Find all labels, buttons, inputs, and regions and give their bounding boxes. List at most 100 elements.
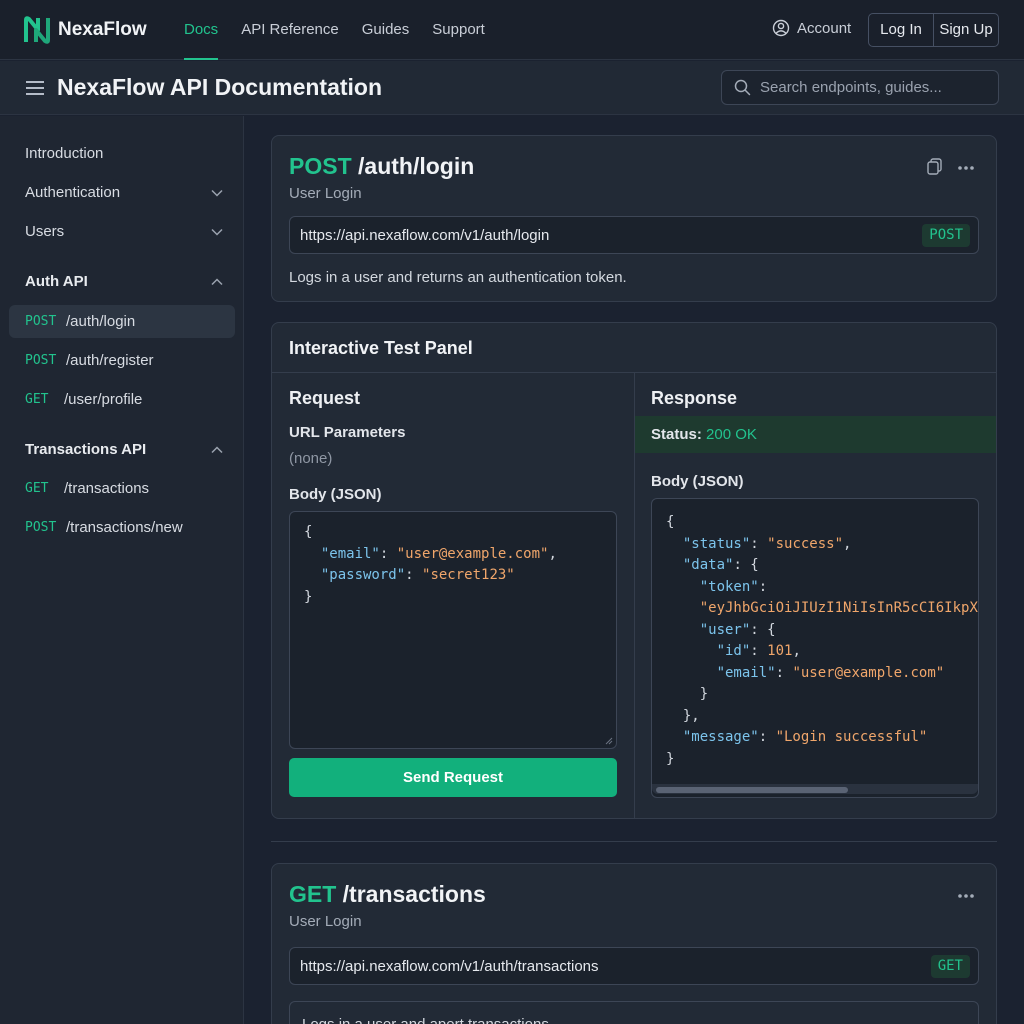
endpoint-description: Logs in a user and returns an authentica… bbox=[289, 269, 627, 286]
method-badge: GET bbox=[930, 955, 970, 978]
response-code-line: "message": "Login successful" bbox=[682, 729, 928, 745]
response-body-viewer[interactable]: { "status": "success", "data": { "token"… bbox=[651, 498, 979, 798]
endpoint-card-transactions: GET /transactions User Login https://api… bbox=[271, 863, 997, 1024]
request-body-code: { "email": "user@example.com", "password… bbox=[304, 522, 557, 608]
search-box bbox=[721, 70, 999, 105]
sidebar-section-label: Transactions API bbox=[25, 441, 147, 458]
more-options-icon[interactable] bbox=[957, 160, 975, 178]
sidebar-section-auth-api[interactable]: Auth API bbox=[25, 273, 223, 290]
endpoint-method: GET bbox=[289, 881, 337, 907]
response-code-line: "status": "success", bbox=[682, 535, 852, 552]
endpoint-subtitle: User Login bbox=[289, 913, 362, 930]
request-code-line: "email": "user@example.com", bbox=[320, 545, 557, 562]
sidebar-section-label: Auth API bbox=[25, 273, 88, 290]
auth-button-group: Log In Sign Up bbox=[868, 13, 999, 47]
brand-name: NexaFlow bbox=[58, 19, 147, 40]
response-code-line: "token": bbox=[699, 578, 768, 595]
sidebar-endpoint-post-auth-register[interactable]: POST /auth/register bbox=[25, 352, 154, 369]
login-button[interactable]: Log In bbox=[869, 14, 933, 46]
sidebar-endpoint-post-transactions-new[interactable]: POST /transactions/new bbox=[25, 519, 183, 536]
signup-button[interactable]: Sign Up bbox=[933, 14, 998, 46]
hamburger-menu-icon[interactable] bbox=[26, 81, 44, 95]
nav-link-docs[interactable]: Docs bbox=[184, 0, 219, 60]
response-code-line: "user": { bbox=[699, 621, 776, 638]
response-code-line: } bbox=[666, 686, 709, 702]
sidebar: Introduction Authentication Users Auth A… bbox=[0, 116, 244, 1024]
status-label: Status: bbox=[651, 426, 702, 443]
response-code-line: "email": "user@example.com" bbox=[716, 664, 945, 681]
sidebar-item-users[interactable]: Users bbox=[25, 223, 223, 240]
search-input[interactable] bbox=[760, 79, 990, 96]
endpoint-path: /transactions/new bbox=[66, 519, 183, 536]
method-label: GET bbox=[25, 481, 49, 496]
endpoint-card-auth-login: POST /auth/login User Login https://api.… bbox=[271, 135, 997, 302]
resize-handle-icon[interactable] bbox=[605, 737, 613, 745]
test-panel-title: Interactive Test Panel bbox=[289, 338, 473, 358]
documentation-header: NexaFlow API Documentation bbox=[0, 61, 1024, 115]
response-code-line: } bbox=[666, 750, 675, 767]
method-label: POST bbox=[25, 314, 57, 329]
endpoint-path: /auth/login bbox=[358, 153, 475, 179]
page-title: NexaFlow API Documentation bbox=[57, 74, 383, 100]
response-body-code: { "status": "success", "data": { "token"… bbox=[666, 512, 978, 770]
nexaflow-logo-icon bbox=[24, 16, 50, 44]
interactive-test-panel: Interactive Test Panel Request URL Param… bbox=[271, 322, 997, 819]
request-code-line: "password": "secret123" bbox=[320, 567, 515, 583]
sidebar-item-introduction[interactable]: Introduction bbox=[25, 145, 223, 162]
endpoint-description: Logs in a user and apert transactions. bbox=[302, 1016, 553, 1024]
top-navigation-bar: NexaFlow Docs API Reference Guides Suppo… bbox=[0, 0, 1024, 60]
response-code-line: "data": { bbox=[682, 557, 759, 573]
endpoint-path: /transactions bbox=[342, 881, 486, 907]
endpoint-title: POST /auth/login bbox=[289, 153, 474, 180]
chevron-down-icon bbox=[211, 228, 223, 236]
method-badge: POST bbox=[922, 224, 970, 247]
search-icon bbox=[734, 79, 751, 96]
response-code-line: { bbox=[666, 514, 675, 530]
chevron-down-icon bbox=[211, 189, 223, 197]
response-status-bar: Status: 200 OK bbox=[635, 416, 996, 453]
response-body-label: Body (JSON) bbox=[651, 473, 744, 490]
sidebar-endpoint-post-auth-login[interactable]: POST /auth/login bbox=[9, 305, 235, 338]
horizontal-scrollbar[interactable] bbox=[652, 784, 978, 794]
request-body-label: Body (JSON) bbox=[289, 486, 382, 503]
nav-link-guides[interactable]: Guides bbox=[362, 0, 410, 60]
sidebar-section-transactions-api[interactable]: Transactions API bbox=[25, 441, 223, 458]
status-value: 200 OK bbox=[706, 426, 757, 443]
copy-icon[interactable] bbox=[926, 157, 944, 180]
more-options-icon[interactable] bbox=[957, 888, 975, 906]
user-circle-icon bbox=[772, 19, 790, 37]
endpoint-subtitle: User Login bbox=[289, 185, 362, 202]
endpoint-path: /auth/register bbox=[66, 352, 154, 369]
account-label: Account bbox=[797, 19, 852, 37]
account-menu[interactable]: Account bbox=[772, 19, 851, 37]
endpoint-method: POST bbox=[289, 153, 352, 179]
endpoint-description-box: Logs in a user and apert transactions. bbox=[289, 1001, 979, 1024]
brand-logo[interactable]: NexaFlow bbox=[24, 16, 147, 44]
request-code-line: } bbox=[304, 588, 313, 605]
request-code-line: { bbox=[304, 524, 313, 540]
endpoint-url-field[interactable]: https://api.nexaflow.com/v1/auth/transac… bbox=[289, 947, 979, 985]
chevron-up-icon bbox=[211, 277, 223, 285]
nav-link-support[interactable]: Support bbox=[432, 0, 485, 60]
send-request-button[interactable]: Send Request bbox=[289, 758, 617, 797]
endpoint-url-field[interactable]: https://api.nexaflow.com/v1/auth/login P… bbox=[289, 216, 979, 254]
endpoint-url: https://api.nexaflow.com/v1/auth/transac… bbox=[300, 958, 599, 975]
endpoint-path: /transactions bbox=[64, 480, 150, 497]
endpoint-url: https://api.nexaflow.com/v1/auth/login bbox=[300, 227, 550, 244]
response-code-line: "id": 101, bbox=[716, 643, 801, 659]
sidebar-item-label: Users bbox=[25, 223, 65, 240]
url-parameters-label: URL Parameters bbox=[289, 424, 406, 441]
scrollbar-thumb[interactable] bbox=[656, 787, 848, 793]
sidebar-item-label: Authentication bbox=[25, 184, 121, 201]
method-label: POST bbox=[25, 353, 57, 368]
chevron-up-icon bbox=[211, 445, 223, 453]
endpoint-title: GET /transactions bbox=[289, 881, 486, 908]
nav-link-api-reference[interactable]: API Reference bbox=[241, 0, 339, 60]
sidebar-endpoint-get-transactions[interactable]: GET /transactions bbox=[25, 480, 149, 497]
section-divider bbox=[271, 841, 997, 842]
sidebar-endpoint-get-user-profile[interactable]: GET /user/profile bbox=[25, 391, 142, 408]
sidebar-item-authentication[interactable]: Authentication bbox=[25, 184, 223, 201]
endpoint-path: /auth/login bbox=[66, 313, 136, 330]
request-body-editor[interactable]: { "email": "user@example.com", "password… bbox=[289, 511, 617, 749]
method-label: POST bbox=[25, 520, 57, 535]
